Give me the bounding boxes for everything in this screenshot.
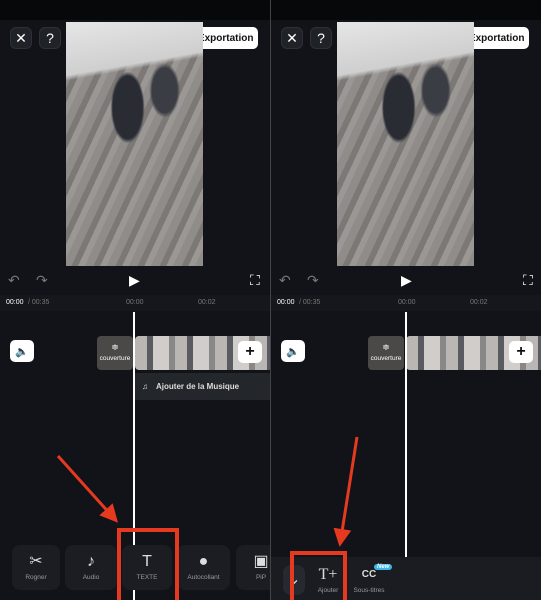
arrow-to-texte (56, 454, 119, 523)
annotation-arrows (56, 436, 359, 547)
arrow-to-ajouter (333, 436, 359, 547)
